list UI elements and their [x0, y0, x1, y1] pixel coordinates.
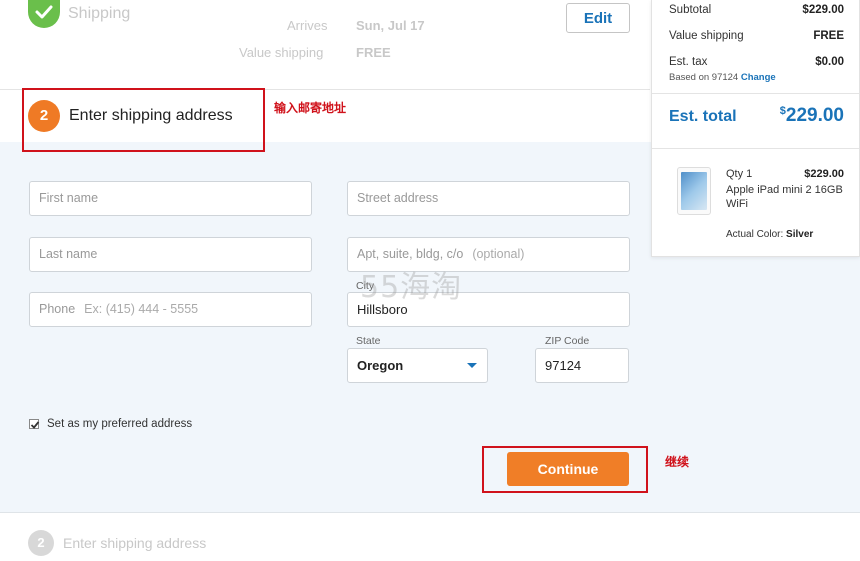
apt-placeholder: Apt, suite, bldg, c/o: [357, 247, 464, 261]
last-name-input[interactable]: Last name: [29, 237, 312, 272]
edit-shipping-button[interactable]: Edit: [566, 3, 630, 33]
summary-shipping-label: Value shipping: [669, 30, 744, 42]
preferred-address-checkbox[interactable]: [29, 419, 40, 429]
item-color-value: Silver: [786, 229, 814, 240]
state-label: State: [356, 335, 381, 347]
item-color-label: Actual Color:: [726, 229, 784, 240]
item-qty: Qty 1: [726, 168, 753, 180]
chevron-down-icon: [467, 363, 477, 368]
zip-input[interactable]: 97124: [535, 348, 629, 383]
next-step-number-badge: 2: [28, 530, 54, 556]
annotation-note-address: 输入邮寄地址: [274, 101, 347, 115]
tax-basis: Based on 97124 Change: [669, 72, 776, 83]
apt-hint: (optional): [472, 247, 525, 261]
tax-value: $0.00: [815, 56, 844, 68]
total-amount: 229.00: [785, 105, 844, 126]
zip-label: ZIP Code: [545, 335, 590, 347]
state-value: Oregon: [357, 358, 404, 373]
next-step-title: Enter shipping address: [63, 535, 207, 551]
state-select[interactable]: Oregon: [347, 348, 488, 383]
completed-step-title: Shipping: [68, 5, 131, 22]
annotation-note-continue: 继续: [665, 455, 690, 469]
product-thumbnail: [677, 167, 711, 215]
street-placeholder: Street address: [357, 191, 439, 205]
summary-tax-row: Est. tax $0.00: [669, 56, 844, 68]
change-zip-link[interactable]: Change: [741, 72, 776, 83]
completed-check-icon: [28, 0, 60, 28]
annotation-box-step: [22, 88, 265, 152]
total-value: $229.00: [780, 105, 844, 127]
item-color: Actual Color: Silver: [726, 229, 813, 240]
zip-value: 97124: [545, 358, 582, 373]
summary-subtotal-row: Subtotal $229.00: [669, 4, 844, 16]
item-name: Apple iPad mini 2 16GB WiFi: [726, 184, 843, 210]
tax-basis-text: Based on 97124: [669, 72, 739, 83]
total-label: Est. total: [669, 108, 737, 125]
order-summary-panel: Subtotal $229.00 Value shipping FREE Est…: [651, 0, 860, 257]
summary-shipping-value: FREE: [813, 30, 844, 42]
arrives-label: Arrives: [287, 18, 328, 33]
first-name-input[interactable]: First name: [29, 181, 312, 216]
section-divider-bottom: [0, 512, 860, 513]
tax-label: Est. tax: [669, 56, 708, 68]
item-price: $229.00: [804, 168, 844, 180]
first-name-placeholder: First name: [39, 191, 99, 205]
summary-shipping-row: Value shipping FREE: [669, 30, 844, 42]
summary-divider: [652, 93, 859, 94]
subtotal-label: Subtotal: [669, 4, 712, 16]
summary-divider: [652, 148, 859, 149]
phone-placeholder: Phone: [39, 302, 76, 316]
value-shipping-value: FREE: [356, 45, 391, 60]
last-name-placeholder: Last name: [39, 247, 98, 261]
subtotal-value: $229.00: [802, 4, 844, 16]
street-address-input[interactable]: Street address: [347, 181, 630, 216]
preferred-address-label[interactable]: Set as my preferred address: [47, 418, 192, 430]
watermark: 55海淘: [360, 270, 463, 305]
value-shipping-label: Value shipping: [239, 45, 324, 60]
ipad-screen-image: [681, 172, 707, 210]
phone-input[interactable]: Phone Ex: (415) 444 - 5555: [29, 292, 312, 327]
annotation-box-continue: [482, 446, 648, 493]
checkmark-icon: [30, 421, 40, 429]
arrives-value: Sun, Jul 17: [356, 18, 425, 33]
phone-hint: Ex: (415) 444 - 5555: [84, 302, 199, 316]
